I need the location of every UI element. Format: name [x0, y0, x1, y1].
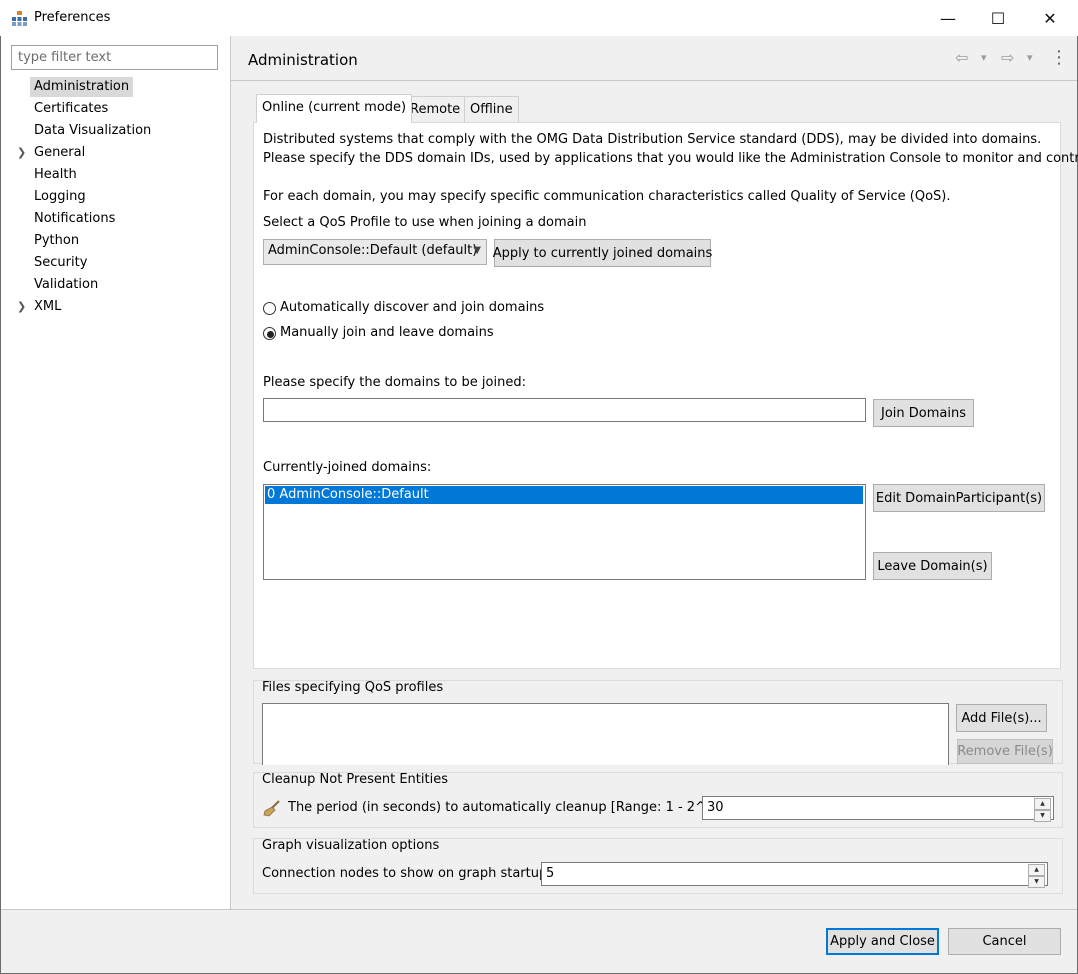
expand-icon[interactable]: ❯: [17, 297, 29, 317]
tree-item-data-visualization[interactable]: Data Visualization: [34, 121, 151, 141]
joined-domains-label: Currently-joined domains:: [263, 460, 432, 475]
auto-discover-label[interactable]: Automatically discover and join domains: [280, 300, 544, 315]
add-files-button[interactable]: Add File(s)...: [956, 704, 1047, 732]
cleanup-period-label: The period (in seconds) to automatically…: [288, 800, 728, 815]
manual-join-label[interactable]: Manually join and leave domains: [280, 325, 494, 340]
tree-item-logging[interactable]: Logging: [34, 187, 86, 207]
maximize-button[interactable]: ☐: [975, 0, 1021, 36]
online-tab-panel: [253, 122, 1061, 669]
tree-item-xml[interactable]: XML: [34, 297, 61, 317]
minimize-button[interactable]: —: [925, 0, 971, 36]
list-item[interactable]: 0 AdminConsole::Default: [265, 486, 863, 504]
connection-nodes-label: Connection nodes to show on graph startu…: [262, 866, 548, 881]
back-icon[interactable]: ⇦: [955, 46, 968, 70]
forward-menu-icon[interactable]: ▾: [1027, 46, 1033, 70]
connection-nodes-spinner[interactable]: ▲ ▼: [1028, 864, 1045, 888]
forward-icon[interactable]: ⇨: [1001, 46, 1014, 70]
join-domains-button[interactable]: Join Domains: [873, 399, 974, 427]
domains-to-join-label: Please specify the domains to be joined:: [263, 375, 526, 390]
tree-item-administration[interactable]: Administration: [30, 77, 134, 97]
app-icon: [12, 11, 27, 26]
tree-item-certificates[interactable]: Certificates: [34, 99, 108, 119]
tab-remote[interactable]: Remote: [404, 96, 467, 123]
qos-profile-select[interactable]: AdminConsole::Default (default) ▼: [263, 239, 487, 265]
spin-up-icon[interactable]: ▲: [1034, 798, 1051, 810]
description-line-2: Please specify the DDS domain IDs, used …: [263, 151, 1078, 166]
close-button[interactable]: ✕: [1027, 0, 1073, 36]
tree-item-validation[interactable]: Validation: [34, 275, 98, 295]
spin-up-icon[interactable]: ▲: [1028, 864, 1045, 876]
tree-item-python[interactable]: Python: [34, 231, 79, 251]
domains-to-join-input[interactable]: [263, 398, 866, 422]
title-bar: Preferences — ☐ ✕: [0, 0, 1078, 36]
page-header: [231, 36, 1077, 81]
cancel-button[interactable]: Cancel: [948, 928, 1061, 955]
cleanup-label: Cleanup Not Present Entities: [262, 772, 448, 787]
edit-domainparticipant-button[interactable]: Edit DomainParticipant(s): [873, 484, 1045, 512]
tree-item-notifications[interactable]: Notifications: [34, 209, 115, 229]
cleanup-period-spinner[interactable]: ▲ ▼: [1034, 798, 1051, 822]
tab-online[interactable]: Online (current mode): [256, 94, 413, 123]
apply-and-close-button[interactable]: Apply and Close: [826, 928, 939, 955]
tree-item-health[interactable]: Health: [34, 165, 77, 185]
back-menu-icon[interactable]: ▾: [981, 46, 987, 70]
tree-item-security[interactable]: Security: [34, 253, 87, 273]
cleanup-period-value: 30: [707, 800, 724, 815]
auto-discover-radio[interactable]: [263, 302, 276, 315]
description-line-3: For each domain, you may specify specifi…: [263, 189, 951, 204]
connection-nodes-value: 5: [546, 866, 555, 881]
graph-options-label: Graph visualization options: [262, 838, 440, 853]
more-options-icon[interactable]: ⋮: [1050, 46, 1068, 70]
window-title: Preferences: [34, 10, 111, 25]
description-line-1: Distributed systems that comply with the…: [263, 132, 1042, 147]
tab-offline[interactable]: Offline: [464, 96, 519, 123]
chevron-down-icon: ▼: [473, 245, 481, 256]
qos-profile-value: AdminConsole::Default (default): [268, 243, 478, 258]
qos-files-list[interactable]: [262, 703, 949, 765]
qos-files-label: Files specifying QoS profiles: [262, 680, 444, 695]
expand-icon[interactable]: ❯: [17, 143, 29, 163]
apply-to-joined-domains-button[interactable]: Apply to currently joined domains: [493, 239, 712, 267]
broom-icon: [263, 800, 280, 817]
remove-files-button[interactable]: Remove File(s): [957, 739, 1053, 764]
connection-nodes-input[interactable]: 5 ▲ ▼: [541, 862, 1048, 888]
page-title: Administration: [248, 51, 358, 69]
tree-item-general[interactable]: General: [34, 143, 85, 163]
filter-input[interactable]: type filter text: [11, 45, 218, 70]
spin-down-icon[interactable]: ▼: [1034, 810, 1051, 822]
cleanup-period-input[interactable]: 30 ▲ ▼: [702, 796, 1054, 822]
leave-domains-button[interactable]: Leave Domain(s): [873, 552, 992, 580]
qos-profile-label: Select a QoS Profile to use when joining…: [263, 215, 587, 230]
manual-join-radio[interactable]: [263, 327, 276, 340]
spin-down-icon[interactable]: ▼: [1028, 876, 1045, 888]
